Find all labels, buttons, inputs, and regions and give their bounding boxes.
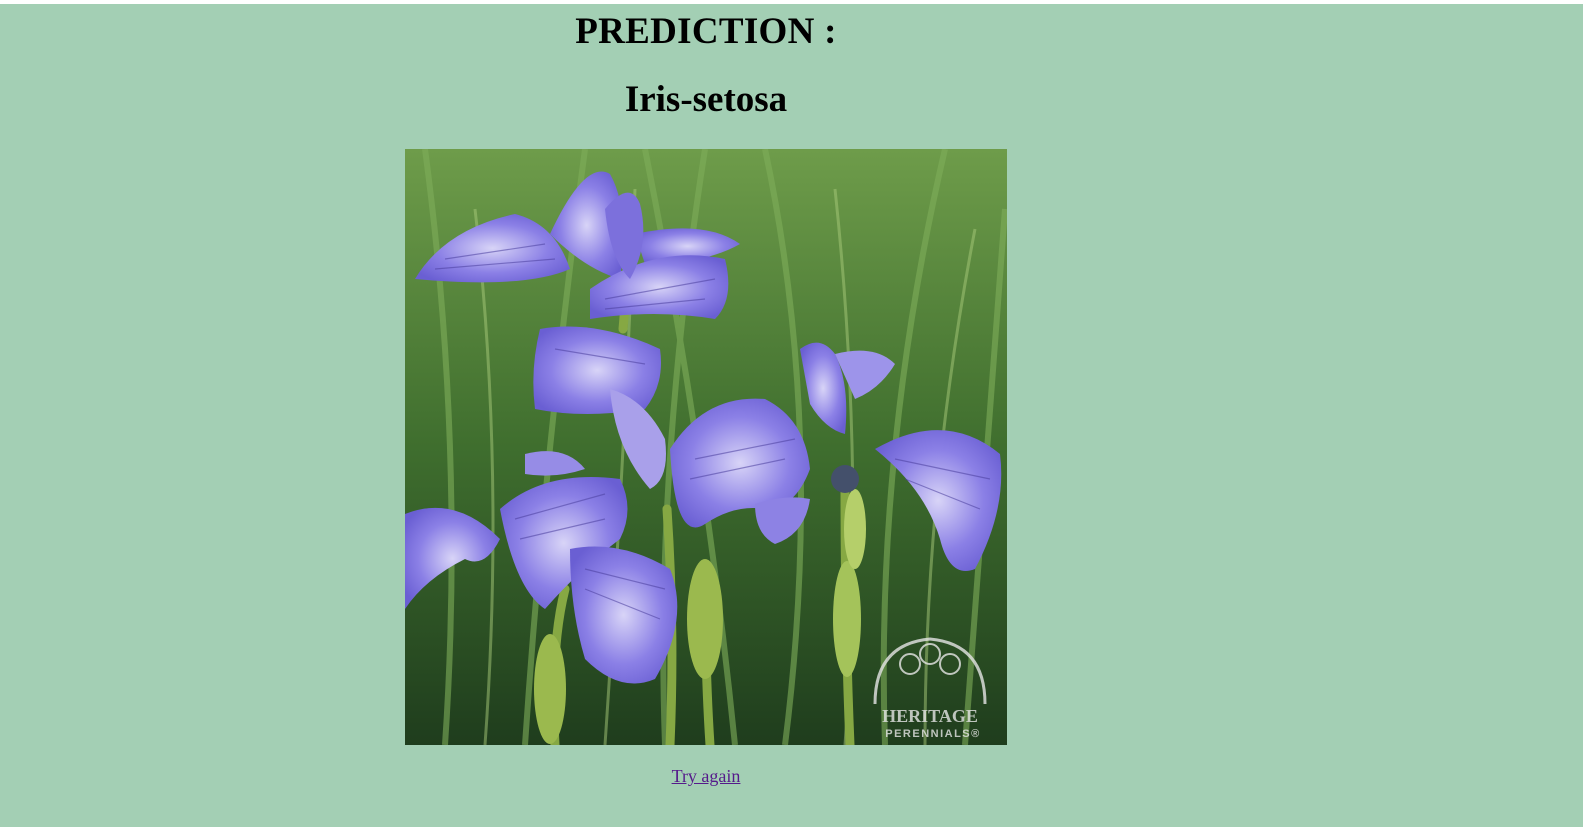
svg-text:HERITAGE: HERITAGE bbox=[882, 706, 978, 726]
page-background: PREDICTION : Iris-setosa HERITAGE PERENN… bbox=[0, 4, 1583, 827]
svg-text:PERENNIALS®: PERENNIALS® bbox=[885, 728, 981, 740]
try-again-link[interactable]: Try again bbox=[0, 766, 1412, 787]
prediction-title: PREDICTION : bbox=[575, 11, 837, 52]
prediction-result: Iris-setosa bbox=[624, 79, 788, 120]
iris-flower-image: HERITAGE PERENNIALS® bbox=[405, 149, 1007, 745]
